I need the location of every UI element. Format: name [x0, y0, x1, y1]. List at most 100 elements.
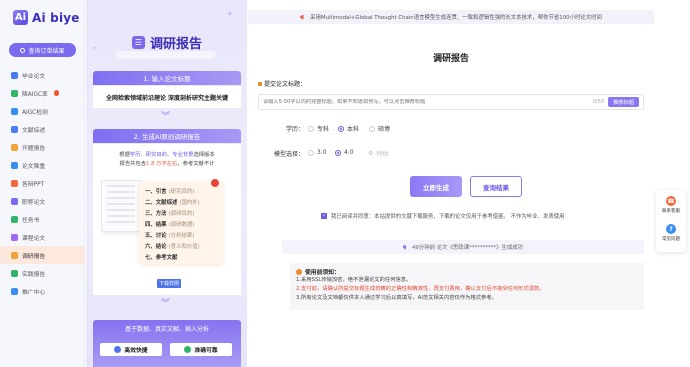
query-order-button[interactable]: 查询订单结果: [9, 43, 76, 57]
sidebar-item-10[interactable]: 调研报告: [0, 246, 85, 264]
agreement-checkbox[interactable]: ✓: [321, 213, 327, 219]
faq-button[interactable]: ? 常见问题: [656, 224, 686, 242]
outline-card: 一、引言 (研究目的) 二、文献综述 (国内外) 三、方法 (调研目的) 四、结果 (调研数据…: [139, 179, 223, 264]
logo[interactable]: Ai Ai biye: [13, 10, 80, 25]
sidebar-item-7[interactable]: 职称论文: [0, 192, 85, 210]
contact-service-button[interactable]: ☎ 联系客服: [656, 196, 686, 214]
usage-notice: 使用前须知： 1.采用SSL传输加密，绝不泄漏论文的任何信息。 2.支付前，请确…: [290, 263, 644, 310]
download-sample-button[interactable]: 下载样例: [157, 279, 181, 288]
degree-option-zhuanke[interactable]: 专科: [308, 124, 329, 133]
shield-icon: [11, 89, 18, 97]
book-icon: [11, 125, 18, 133]
sidebar: Ai Ai biye 查询订单结果 毕业论文降AIGC率 AIGC检测文献综述开题…: [0, 0, 85, 367]
sidebar-item-label: 推广中心: [22, 289, 46, 296]
gear-icon: ⚙: [368, 150, 374, 157]
paper-illustration: [101, 180, 141, 232]
sidebar-item-label: 职称论文: [22, 199, 46, 206]
outline-row: 三、方法 (调研目的): [145, 210, 195, 217]
char-counter: 0/50: [592, 99, 605, 105]
sidebar-item-label: 文献综述: [22, 127, 46, 134]
sidebar-item-label: 实践报告: [22, 271, 46, 278]
model-option-3[interactable]: 3.0: [308, 149, 327, 156]
promo-title: ☰ 调研报告: [132, 33, 202, 52]
sidebar-item-label: 开题报告: [22, 145, 46, 152]
notice-line: 1.采用SSL传输加密，绝不泄漏论文的任何信息。: [296, 277, 412, 283]
promo-icon: [11, 287, 18, 295]
ppt-icon: [11, 179, 18, 187]
megaphone-icon: [300, 14, 304, 20]
sidebar-item-9[interactable]: 课程论文: [0, 228, 85, 246]
agreement-text: 我已阅读并同意：本站提供的文献下载服务，下载的论文仅用于参考借鉴。 不作为毕业、…: [331, 214, 565, 220]
degree-option-shuobo[interactable]: 硕博: [369, 124, 390, 133]
announcement-banner: 采用Multimodal+Global Thought Chain语言模型生成连…: [248, 10, 654, 24]
sidebar-item-label: 课程论文: [22, 235, 46, 242]
model-option-4[interactable]: 4.0: [335, 149, 354, 156]
required-marker-icon: [258, 81, 262, 86]
promo-panel: ✦ ✦ ☰ 调研报告 1. 输入论文标题 全网检索领域前沿理论 深度剖析研究主题…: [86, 0, 247, 367]
outline-row: 六、结论 (意义和价值): [145, 243, 200, 250]
survey-icon: [11, 251, 18, 259]
floating-help-panel: ☎ 联系客服 ? 常见问题: [656, 190, 686, 252]
logo-mark: Ai: [13, 10, 28, 25]
feature-fast: 高效快捷: [100, 343, 162, 356]
report-icon: [11, 143, 18, 151]
step3-header: 基于数据、真实文献、插入分析: [124, 326, 209, 333]
outline-row: 五、讨论 (分析结果): [145, 232, 195, 239]
speaker-icon: [403, 244, 406, 250]
brand-name: Ai biye: [32, 10, 80, 25]
sidebar-item-8[interactable]: 任务书: [0, 210, 85, 228]
service-icon: ☎: [666, 196, 676, 206]
sidebar-item-12[interactable]: 推广中心: [0, 282, 85, 300]
generate-button[interactable]: 立即生成: [410, 176, 462, 197]
sidebar-item-3[interactable]: 文献综述: [0, 120, 85, 138]
model-option-special: ⚙ 特供: [368, 150, 389, 158]
sidebar-item-label: 降AIGC率: [22, 91, 48, 98]
query-result-button[interactable]: 查询结果: [470, 176, 522, 197]
pin-icon: [211, 179, 219, 187]
success-text: 49分钟前 论文《思政课**********》生成成功: [412, 245, 523, 251]
notice-line: 3.所有论文及文档都仅供本人通过学习后以真填写，AI范文相关内容仅作为格式参考。: [296, 295, 497, 301]
topic-input[interactable]: [263, 99, 593, 105]
search-icon: [20, 47, 26, 53]
query-order-label: 查询订单结果: [28, 47, 65, 55]
agreement-row[interactable]: ✓ 我已阅读并同意：本站提供的文献下载服务，下载的论文仅用于参考借鉴。 不作为毕…: [321, 212, 565, 220]
task-icon: [11, 215, 18, 223]
sidebar-item-label: 毕业论文: [22, 73, 46, 80]
topic-label: 提交论文标题：: [258, 79, 306, 88]
notice-title: 使用前须知：: [296, 267, 638, 276]
chevron-down-icon: ︾: [161, 112, 171, 122]
sidebar-item-11[interactable]: 实践报告: [0, 264, 85, 282]
success-ticker: 49分钟前 论文《思政课**********》生成成功: [282, 240, 644, 254]
page-title: 调研报告: [432, 54, 469, 64]
sidebar-item-2[interactable]: AIGC检测: [0, 102, 85, 120]
report-icon: ☰: [132, 36, 145, 49]
chevron-down-icon: ︾: [161, 299, 171, 309]
feature-fast-label: 高效快捷: [124, 348, 148, 354]
lightning-icon: [114, 346, 122, 353]
main-content: 采用Multimodal+Global Thought Chain语言模型生成连…: [248, 0, 654, 367]
feature-accurate: 准确可靠: [170, 343, 232, 356]
sidebar-item-6[interactable]: 答辩PPT: [0, 174, 85, 192]
step1-example: 全网检索领域前沿理论 深度剖析研究主题关键: [93, 86, 241, 108]
edit-icon: [11, 161, 18, 169]
hot-fire-icon: [53, 90, 59, 96]
sidebar-item-5[interactable]: 论文降重: [0, 156, 85, 174]
degree-option-benke[interactable]: 本科: [338, 124, 359, 133]
warning-icon: [296, 268, 302, 275]
step2-description: 根据学历、研究目的、专业背景选择版本 报告共包含1.8 万字左右，参考文献不计: [119, 152, 215, 167]
sidebar-item-label: 调研报告: [22, 253, 46, 260]
sidebar-item-1[interactable]: 降AIGC率: [0, 84, 85, 102]
scan-icon: [11, 107, 18, 115]
feature-accurate-label: 准确可靠: [194, 348, 218, 354]
outline-row: 七、参考文献: [145, 254, 178, 261]
help-icon: ?: [666, 224, 676, 234]
recommend-title-button[interactable]: 推荐标题: [608, 97, 639, 107]
banner-text: 采用Multimodal+Global Thought Chain语言模型生成连…: [310, 15, 602, 21]
outline-row: 四、结果 (调研数据): [145, 221, 195, 228]
step1-header: 1. 输入论文标题: [93, 71, 241, 85]
award-icon: [11, 197, 18, 205]
sidebar-item-4[interactable]: 开题报告: [0, 138, 85, 156]
promo-subtitle-decor: [116, 51, 216, 59]
degree-label: 学历：: [286, 126, 305, 133]
sidebar-item-0[interactable]: 毕业论文: [0, 66, 85, 84]
